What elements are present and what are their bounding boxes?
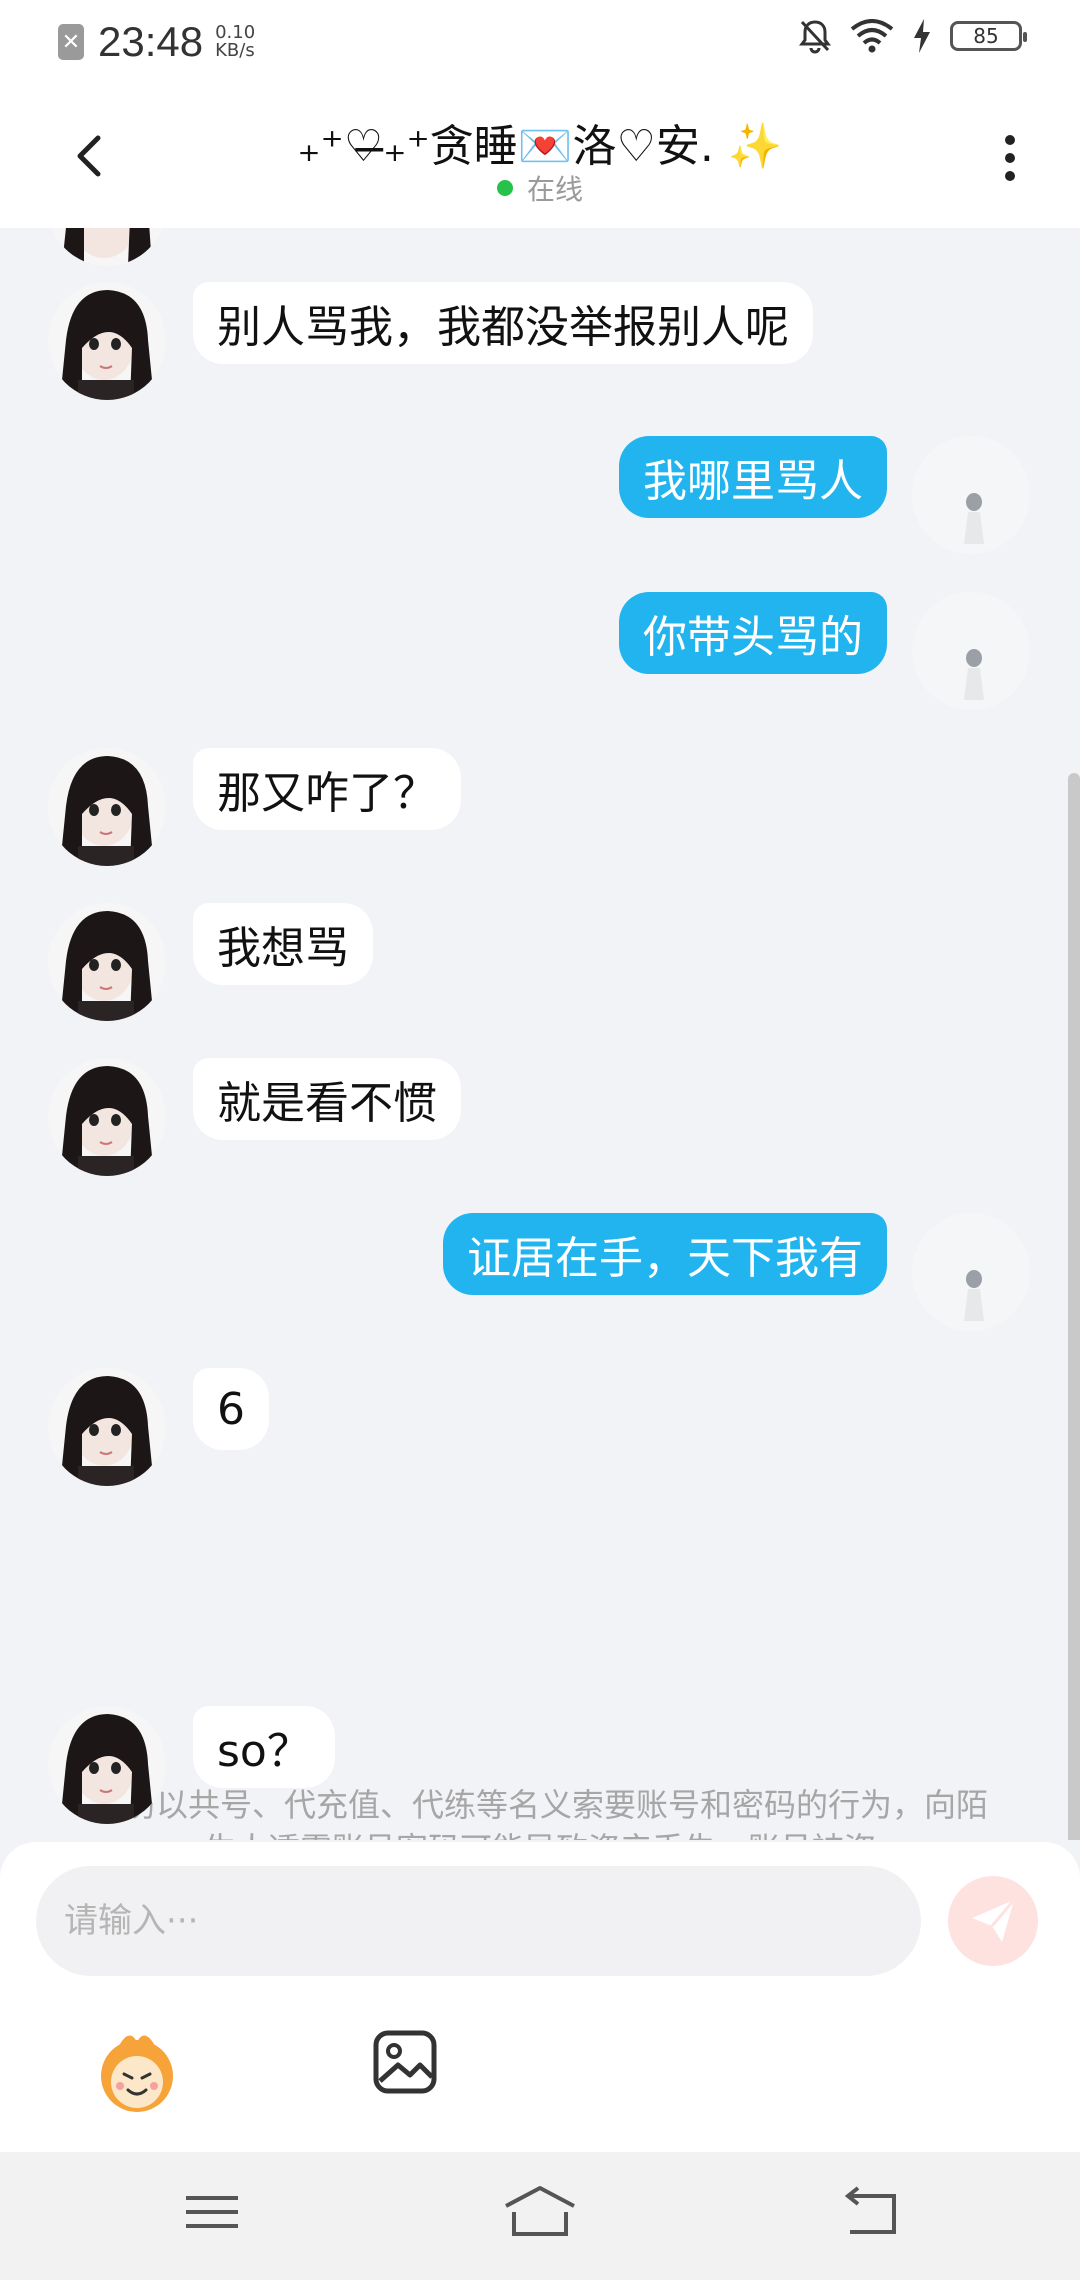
clock: 23:48 xyxy=(98,18,204,65)
contact-avatar[interactable] xyxy=(48,1058,166,1176)
online-dot-icon xyxy=(496,180,513,196)
chat-history[interactable]: 别人骂我，我都没举报别人呢 我哪里骂人 你带头骂的 那又咋了？ 我想骂 就是看不… xyxy=(0,228,1080,1840)
status-left: ✕ 23:48 0.10 KB/s xyxy=(58,18,255,66)
image-picker-button[interactable] xyxy=(370,2027,440,2097)
security-notice: 谨防以共号、代充值、代练等名义索要账号和密码的行为，向陌生人透露账号密码可能导致… xyxy=(91,1786,988,1840)
chat-header: ₊⁺♡̶₊⁺贪睡💌洛♡安. ✨ 在线 xyxy=(0,88,1080,228)
message-bubble-incoming[interactable]: 那又咋了？ xyxy=(193,748,461,830)
message-bubble-incoming[interactable]: 我想骂 xyxy=(193,903,373,985)
status-right: 85 xyxy=(798,18,1027,54)
message-bubble-incoming[interactable]: 别人骂我，我都没举报别人呢 xyxy=(193,282,813,364)
contact-avatar[interactable] xyxy=(48,1706,166,1824)
my-avatar[interactable] xyxy=(912,436,1030,554)
send-button[interactable] xyxy=(948,1876,1038,1966)
contact-avatar[interactable] xyxy=(48,903,166,1021)
contact-avatar[interactable] xyxy=(48,748,166,866)
my-avatar[interactable] xyxy=(912,592,1030,710)
more-options-button[interactable] xyxy=(990,128,1030,188)
emoji-sticker-button[interactable] xyxy=(90,2022,184,2116)
my-avatar[interactable] xyxy=(912,1213,1030,1331)
contact-name: ₊⁺♡̶₊⁺贪睡💌洛♡安. ✨ xyxy=(297,121,783,172)
contact-avatar[interactable] xyxy=(48,228,166,266)
message-bubble-incoming[interactable]: 6 xyxy=(193,1368,269,1450)
home-nav-button[interactable] xyxy=(500,2182,580,2242)
network-speed: 0.10 KB/s xyxy=(215,24,255,60)
menu-nav-button[interactable] xyxy=(172,2182,252,2242)
online-status: 在线 xyxy=(0,168,1080,208)
status-bar: ✕ 23:48 0.10 KB/s 85 xyxy=(0,0,1080,88)
online-status-label: 在线 xyxy=(526,173,583,206)
back-nav-button[interactable] xyxy=(830,2182,910,2242)
message-bubble-outgoing[interactable]: 你带头骂的 xyxy=(619,592,887,674)
composer xyxy=(0,1842,1080,2152)
contact-avatar[interactable] xyxy=(48,282,166,400)
message-bubble-outgoing[interactable]: 证居在手，天下我有 xyxy=(443,1213,887,1295)
charging-icon xyxy=(914,19,930,53)
sim-blocked-icon: ✕ xyxy=(58,24,84,60)
contact-avatar[interactable] xyxy=(48,1368,166,1486)
battery-level: 85 xyxy=(973,24,999,48)
send-icon xyxy=(972,1899,1016,1942)
chat-scrollbar[interactable] xyxy=(1068,773,1080,1840)
battery-icon: 85 xyxy=(950,21,1027,51)
mute-bell-icon xyxy=(799,20,831,54)
message-bubble-incoming[interactable]: 就是看不惯 xyxy=(193,1058,461,1140)
wifi-icon xyxy=(850,19,894,53)
system-navigation-bar xyxy=(0,2152,1080,2280)
network-speed-unit: KB/s xyxy=(215,40,255,61)
message-bubble-incoming[interactable]: so？ xyxy=(193,1706,335,1788)
message-bubble-outgoing[interactable]: 我哪里骂人 xyxy=(619,436,887,518)
message-input[interactable] xyxy=(36,1866,921,1976)
